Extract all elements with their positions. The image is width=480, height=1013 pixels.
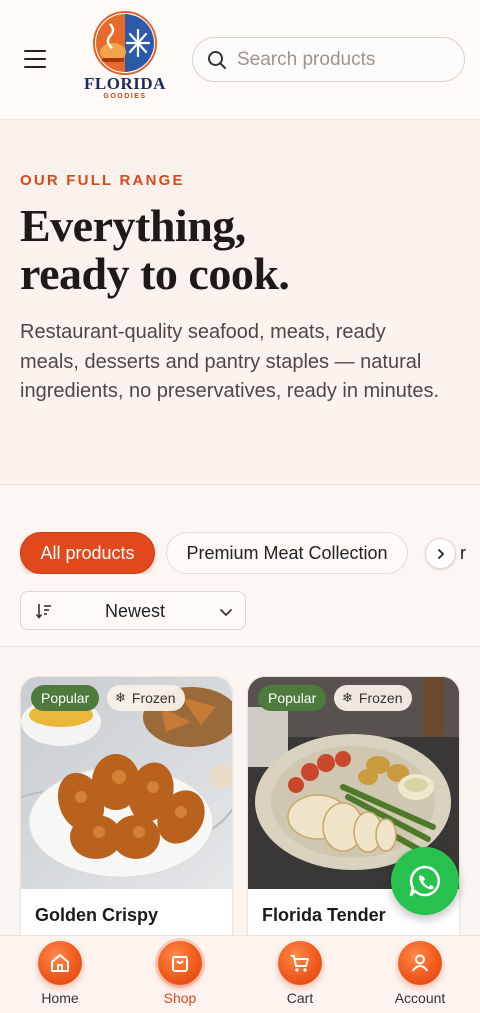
hero-eyebrow: OUR FULL RANGE (20, 172, 185, 189)
sort-icon (35, 604, 51, 619)
snowflake-icon: ❄ (115, 690, 126, 705)
nav-item-home[interactable]: Home (15, 936, 105, 1013)
search-input[interactable] (237, 48, 457, 71)
product-card[interactable]: Popular ❄ Frozen Florida Tender (247, 676, 460, 966)
search-bar[interactable] (192, 37, 465, 82)
hero-section: OUR FULL RANGE Everything, ready to cook… (0, 120, 480, 485)
chip-premium-meat[interactable]: Premium Meat Collection (166, 532, 408, 574)
nav-item-account[interactable]: Account (375, 936, 465, 1013)
badge-popular: Popular (31, 685, 100, 711)
badge-popular: Popular (258, 685, 327, 711)
menu-icon[interactable] (24, 50, 46, 68)
badge-frozen-label: Frozen (131, 690, 176, 706)
sort-dropdown[interactable]: Newest (20, 591, 246, 630)
nav-label-cart: Cart (286, 990, 314, 1006)
bottom-navigation: Home Shop Cart Account (0, 935, 480, 1013)
shopping-bag-icon (158, 941, 202, 985)
logo-emblem-icon (93, 11, 157, 75)
logo-subtitle: GOODIES (103, 93, 147, 100)
sort-value: Newest (105, 601, 166, 621)
chip-all-products[interactable]: All products (20, 532, 155, 574)
product-card[interactable]: Popular ❄ Frozen Golden Crispy (20, 676, 233, 966)
chips-scroll-next-button[interactable] (425, 538, 456, 569)
nav-label-account: Account (394, 990, 446, 1006)
hero-title-line-2: ready to cook. (20, 248, 290, 299)
badge-frozen: ❄ Frozen (107, 685, 186, 711)
chevron-right-icon (437, 548, 444, 559)
hero-description: Restaurant-quality seafood, meats, ready… (20, 321, 440, 402)
cart-icon (278, 941, 322, 985)
search-icon (208, 50, 226, 69)
snowflake-icon: ❄ (342, 690, 353, 705)
badge-frozen-label: Frozen (358, 690, 403, 706)
logo-title: FLORIDA (84, 74, 166, 93)
badge-frozen: ❄ Frozen (334, 685, 413, 711)
category-chips: All products Premium Meat Collection r (20, 532, 480, 574)
brand-logo[interactable]: FLORIDA GOODIES (80, 10, 170, 102)
nav-label-shop: Shop (163, 990, 197, 1006)
whatsapp-chat-button[interactable] (391, 847, 459, 915)
user-icon (398, 941, 442, 985)
nav-item-cart[interactable]: Cart (255, 936, 345, 1013)
product-name: Golden Crispy (35, 905, 159, 925)
chip-partial[interactable]: r (460, 532, 480, 574)
product-image-fried-chicken: Popular ❄ Frozen (21, 677, 232, 889)
hero-title: Everything, ready to cook. (20, 202, 460, 298)
nav-item-shop[interactable]: Shop (135, 936, 225, 1013)
whatsapp-icon (409, 865, 441, 897)
nav-label-home: Home (41, 990, 79, 1006)
home-icon (38, 941, 82, 985)
product-name: Florida Tender (262, 905, 386, 925)
top-header: FLORIDA GOODIES (0, 0, 480, 120)
chevron-down-icon (220, 609, 232, 616)
filter-bar: All products Premium Meat Collection r N… (0, 485, 480, 647)
hero-title-line-1: Everything, (20, 200, 246, 251)
